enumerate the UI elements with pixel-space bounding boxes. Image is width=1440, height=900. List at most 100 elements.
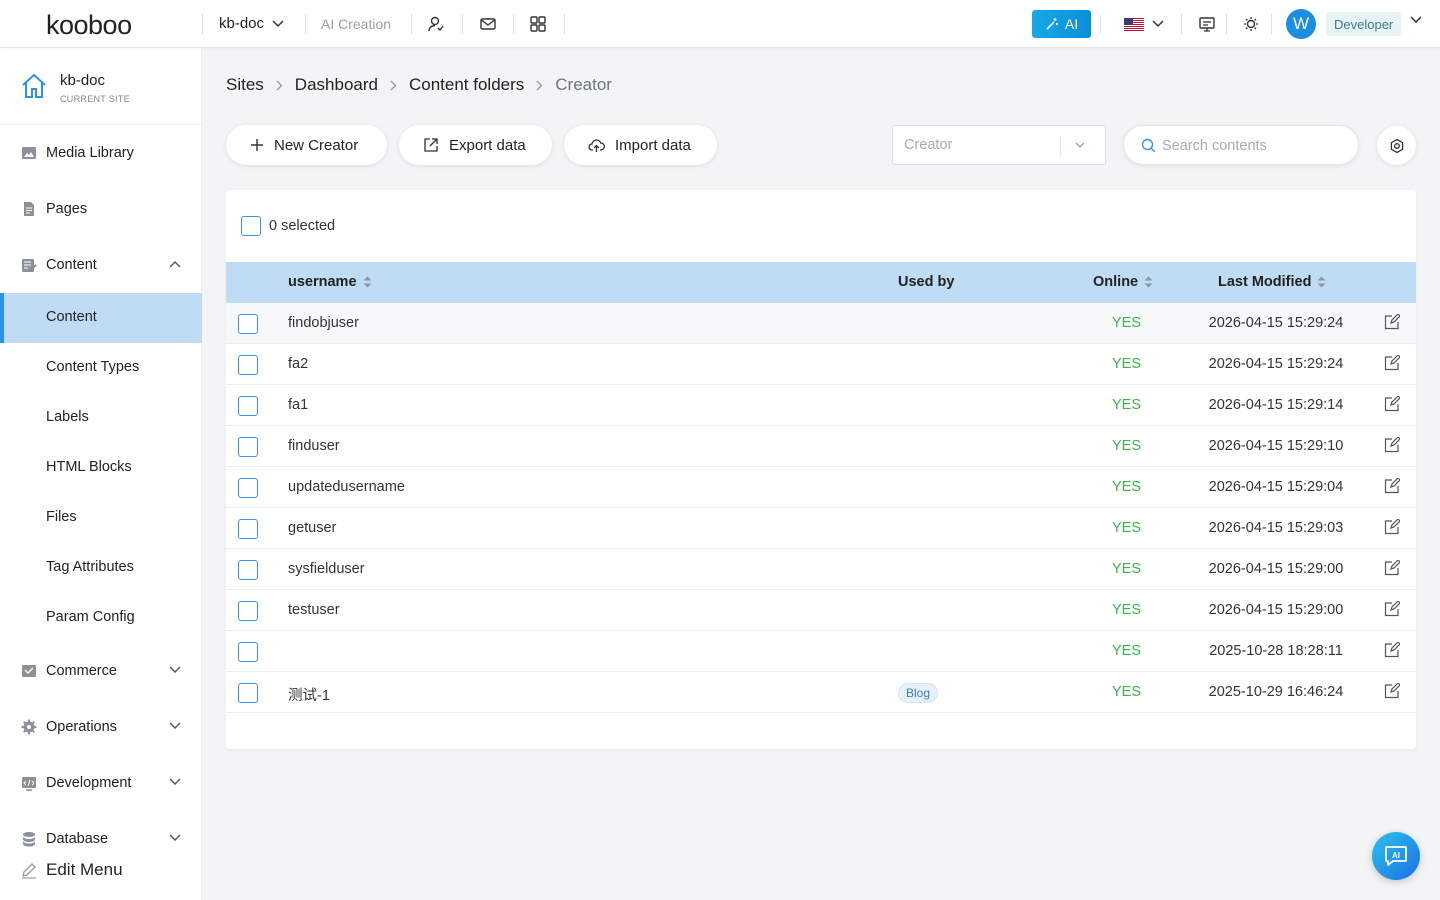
sidebar-subitem-labels[interactable]: Labels: [0, 393, 202, 443]
content-table-card: 0 selected username Used by Online Last …: [226, 190, 1416, 749]
plus-icon: [250, 138, 264, 152]
export-data-label: Export data: [449, 136, 526, 154]
row-checkbox[interactable]: [238, 519, 258, 539]
edit-icon[interactable]: [1384, 642, 1400, 658]
edit-icon[interactable]: [1384, 519, 1400, 535]
theme-sun-icon[interactable]: [1241, 14, 1261, 34]
table-row[interactable]: YES 2025-10-28 18:28:11: [226, 631, 1416, 672]
column-settings-button[interactable]: [1377, 126, 1416, 165]
sidebar-item-commerce[interactable]: Commerce: [0, 646, 202, 696]
edit-icon[interactable]: [1384, 683, 1400, 699]
column-header-last-modified[interactable]: Last Modified: [1218, 274, 1326, 290]
sort-icon[interactable]: [1144, 276, 1153, 288]
export-data-button[interactable]: Export data: [399, 125, 552, 165]
column-header-label: Used by: [898, 274, 955, 290]
sidebar-item-operations[interactable]: Operations: [0, 702, 202, 752]
edit-menu-button[interactable]: Edit Menu: [20, 860, 123, 880]
sort-icon[interactable]: [1317, 276, 1326, 288]
ai-creation-link[interactable]: AI Creation: [321, 16, 391, 32]
chevron-down-icon[interactable]: [1410, 16, 1422, 24]
sidebar-item-label: Content: [46, 257, 97, 273]
row-checkbox[interactable]: [238, 560, 258, 580]
edit-icon[interactable]: [1384, 560, 1400, 576]
current-site-box[interactable]: kb-doc CURRENT SITE: [0, 48, 201, 125]
search-icon: [1141, 138, 1156, 153]
preview-monitor-icon[interactable]: [1197, 14, 1217, 34]
ai-button[interactable]: AI: [1032, 10, 1091, 38]
chevron-down-icon[interactable]: [1152, 20, 1164, 28]
table-row[interactable]: fa1 YES 2026-04-15 15:29:14: [226, 385, 1416, 426]
row-checkbox[interactable]: [238, 314, 258, 334]
edit-icon[interactable]: [1384, 437, 1400, 453]
sidebar-item-content[interactable]: Content: [0, 240, 202, 290]
us-flag-icon[interactable]: [1124, 18, 1144, 31]
cell-online: YES: [1112, 356, 1142, 372]
sidebar-subitem-label: Tag Attributes: [46, 559, 134, 575]
site-selector[interactable]: kb-doc: [219, 15, 284, 32]
chevron-down-icon: [272, 19, 284, 27]
sidebar-subitem-content-types[interactable]: Content Types: [0, 343, 202, 393]
sidebar-subitem-html-blocks[interactable]: HTML Blocks: [0, 443, 202, 493]
import-data-button[interactable]: Import data: [564, 125, 717, 165]
edit-icon[interactable]: [1384, 355, 1400, 371]
sort-icon[interactable]: [363, 276, 372, 288]
table-row[interactable]: testuser YES 2026-04-15 15:29:00: [226, 590, 1416, 631]
table-row[interactable]: finduser YES 2026-04-15 15:29:10: [226, 426, 1416, 467]
row-checkbox[interactable]: [238, 355, 258, 375]
column-header-online[interactable]: Online: [1093, 274, 1153, 290]
edit-icon[interactable]: [1384, 396, 1400, 412]
breadcrumb-item-content-folders[interactable]: Content folders: [409, 75, 524, 95]
sidebar-subitem-files[interactable]: Files: [0, 493, 202, 543]
edit-icon[interactable]: [1384, 601, 1400, 617]
sidebar-subitem-tag-attributes[interactable]: Tag Attributes: [0, 543, 202, 593]
kooboo-logo[interactable]: kooboo: [46, 10, 132, 41]
cell-online: YES: [1112, 397, 1142, 413]
used-by-tag[interactable]: Blog: [898, 683, 939, 703]
edit-icon[interactable]: [1384, 478, 1400, 494]
sidebar-subitem-content[interactable]: Content: [0, 293, 202, 343]
row-checkbox[interactable]: [238, 478, 258, 498]
role-badge[interactable]: Developer: [1326, 12, 1402, 36]
edit-icon[interactable]: [1384, 314, 1400, 330]
avatar[interactable]: W: [1286, 9, 1316, 39]
cell-last-modified: 2026-04-15 15:29:10: [1208, 438, 1344, 454]
settings-icon: [1390, 138, 1403, 153]
row-checkbox[interactable]: [238, 396, 258, 416]
sidebar-item-media-library[interactable]: Media Library: [0, 128, 202, 178]
sidebar-subitem-param-config[interactable]: Param Config: [0, 593, 202, 643]
sidebar-item-database[interactable]: Database: [0, 814, 202, 864]
search-box: [1123, 125, 1359, 165]
row-checkbox[interactable]: [238, 642, 258, 662]
table-row[interactable]: updatedusername YES 2026-04-15 15:29:04: [226, 467, 1416, 508]
divider: [1060, 136, 1061, 156]
table-row[interactable]: 测试-1 Blog YES 2025-10-29 16:46:24: [226, 672, 1416, 713]
table-row[interactable]: findobjuser YES 2026-04-15 15:29:24: [226, 303, 1416, 344]
export-icon: [423, 137, 439, 153]
breadcrumb-item-dashboard[interactable]: Dashboard: [295, 75, 378, 95]
sidebar-item-label: Pages: [46, 201, 88, 217]
row-checkbox[interactable]: [238, 683, 258, 703]
user-manage-icon[interactable]: [426, 14, 446, 34]
table-row[interactable]: fa2 YES 2026-04-15 15:29:24: [226, 344, 1416, 385]
table-row[interactable]: sysfielduser YES 2026-04-15 15:29:00: [226, 549, 1416, 590]
breadcrumb-item-sites[interactable]: Sites: [226, 75, 264, 95]
new-creator-button[interactable]: New Creator: [226, 125, 387, 165]
row-checkbox[interactable]: [238, 437, 258, 457]
column-header-username[interactable]: username: [288, 274, 372, 290]
sidebar-item-development[interactable]: Development: [0, 758, 202, 808]
cell-last-modified: 2026-04-15 15:29:03: [1208, 520, 1344, 536]
column-header-label: Last Modified: [1218, 274, 1312, 290]
ai-chat-fab[interactable]: AI: [1372, 832, 1420, 880]
divider: [513, 14, 514, 34]
divider: [305, 14, 306, 34]
mail-icon[interactable]: [478, 14, 498, 34]
row-checkbox[interactable]: [238, 601, 258, 621]
apps-grid-icon[interactable]: [528, 14, 548, 34]
select-all-checkbox[interactable]: [241, 216, 261, 236]
search-input[interactable]: [1162, 135, 1352, 157]
sidebar-item-pages[interactable]: Pages: [0, 184, 202, 234]
chevron-right-icon: [390, 80, 397, 91]
cell-online: YES: [1112, 438, 1142, 454]
table-row[interactable]: getuser YES 2026-04-15 15:29:03: [226, 508, 1416, 549]
folder-select[interactable]: Creator: [892, 125, 1106, 165]
